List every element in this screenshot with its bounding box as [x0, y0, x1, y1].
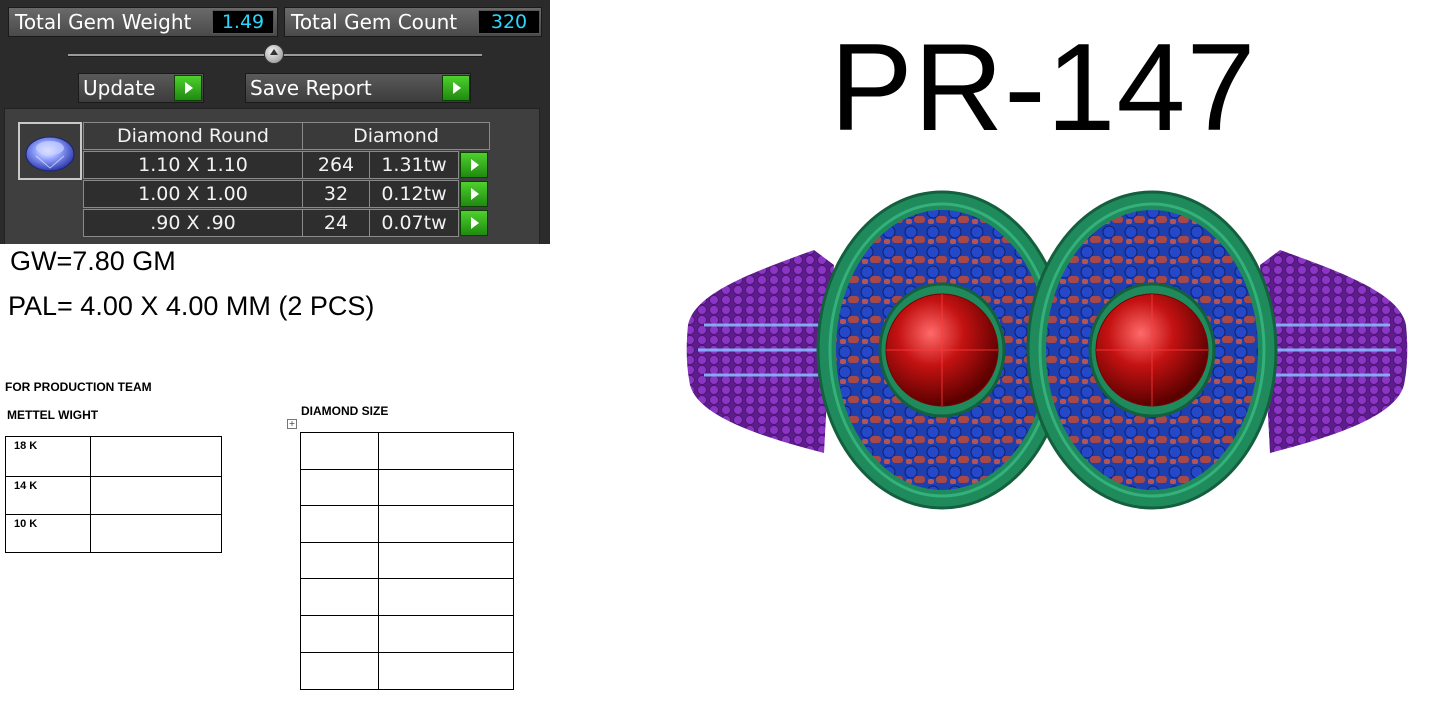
total-gem-count-value: 320: [478, 10, 540, 34]
update-go-button[interactable]: [174, 75, 202, 101]
metal-row-label: 18 K: [5, 436, 91, 477]
save-report-button[interactable]: Save Report: [245, 73, 471, 103]
diamond-size-cell[interactable]: [300, 652, 379, 690]
row-2-size: 1.00 X 1.00: [83, 180, 303, 208]
pal-note: PAL= 4.00 X 4.00 MM (2 PCS): [8, 291, 375, 321]
save-report-button-label: Save Report: [250, 76, 372, 100]
diamond-size-cell[interactable]: [378, 469, 514, 506]
diamond-size-cell[interactable]: [378, 432, 514, 470]
production-team-title: FOR PRODUCTION TEAM: [5, 380, 152, 394]
table-move-handle-icon[interactable]: +: [287, 419, 297, 429]
diamond-size-cell[interactable]: [300, 469, 379, 506]
row-3-go-button[interactable]: [460, 210, 488, 236]
diamond-size-cell[interactable]: [300, 542, 379, 579]
slider-handle[interactable]: [264, 44, 284, 64]
row-2-weight: 0.12tw: [369, 180, 459, 208]
metal-row-label: 10 K: [5, 514, 91, 553]
row-1-count: 264: [302, 151, 370, 179]
diamond-size-cell[interactable]: [378, 505, 514, 543]
metal-weight-table: 18 K 14 K 10 K: [5, 436, 222, 553]
diamond-size-cell[interactable]: [300, 615, 379, 653]
row-1-weight: 1.31tw: [369, 151, 459, 179]
total-gem-weight-value: 1.49: [212, 10, 274, 34]
column-header-diamond: Diamond: [302, 122, 490, 150]
metal-row-label: 14 K: [5, 476, 91, 515]
product-code: PR-147: [830, 19, 1257, 157]
update-button-label: Update: [83, 76, 156, 100]
diamond-size-cell[interactable]: [300, 578, 379, 616]
round-diamond-icon: [25, 136, 75, 172]
row-3-size: .90 X .90: [83, 209, 303, 237]
diamond-size-cell[interactable]: [300, 432, 379, 470]
metal-weight-title: METTEL WIGHT: [7, 408, 99, 422]
row-1-size: 1.10 X 1.10: [83, 151, 303, 179]
diamond-size-cell[interactable]: [378, 578, 514, 616]
diamond-size-table: [300, 432, 514, 690]
row-3-count: 24: [302, 209, 370, 237]
row-3-weight: 0.07tw: [369, 209, 459, 237]
diamond-size-cell[interactable]: [378, 615, 514, 653]
gross-weight-note: GW=7.80 GM: [10, 246, 176, 276]
ring-render-image: [686, 190, 1408, 510]
diamond-round-thumbnail: [18, 122, 82, 180]
metal-row-value[interactable]: [90, 476, 222, 515]
diamond-size-cell[interactable]: [378, 652, 514, 690]
gem-report-panel: Total Gem Weight 1.49 Total Gem Count 32…: [0, 0, 550, 244]
metal-row-value[interactable]: [90, 514, 222, 553]
metal-row-value[interactable]: [90, 436, 222, 477]
diamond-size-cell[interactable]: [300, 505, 379, 543]
row-1-go-button[interactable]: [460, 152, 488, 178]
diamond-size-title: DIAMOND SIZE: [301, 404, 389, 418]
row-2-go-button[interactable]: [460, 181, 488, 207]
diamond-size-cell[interactable]: [378, 542, 514, 579]
save-report-go-button[interactable]: [442, 75, 470, 101]
row-2-count: 32: [302, 180, 370, 208]
column-header-diamond-round: Diamond Round: [83, 122, 303, 150]
